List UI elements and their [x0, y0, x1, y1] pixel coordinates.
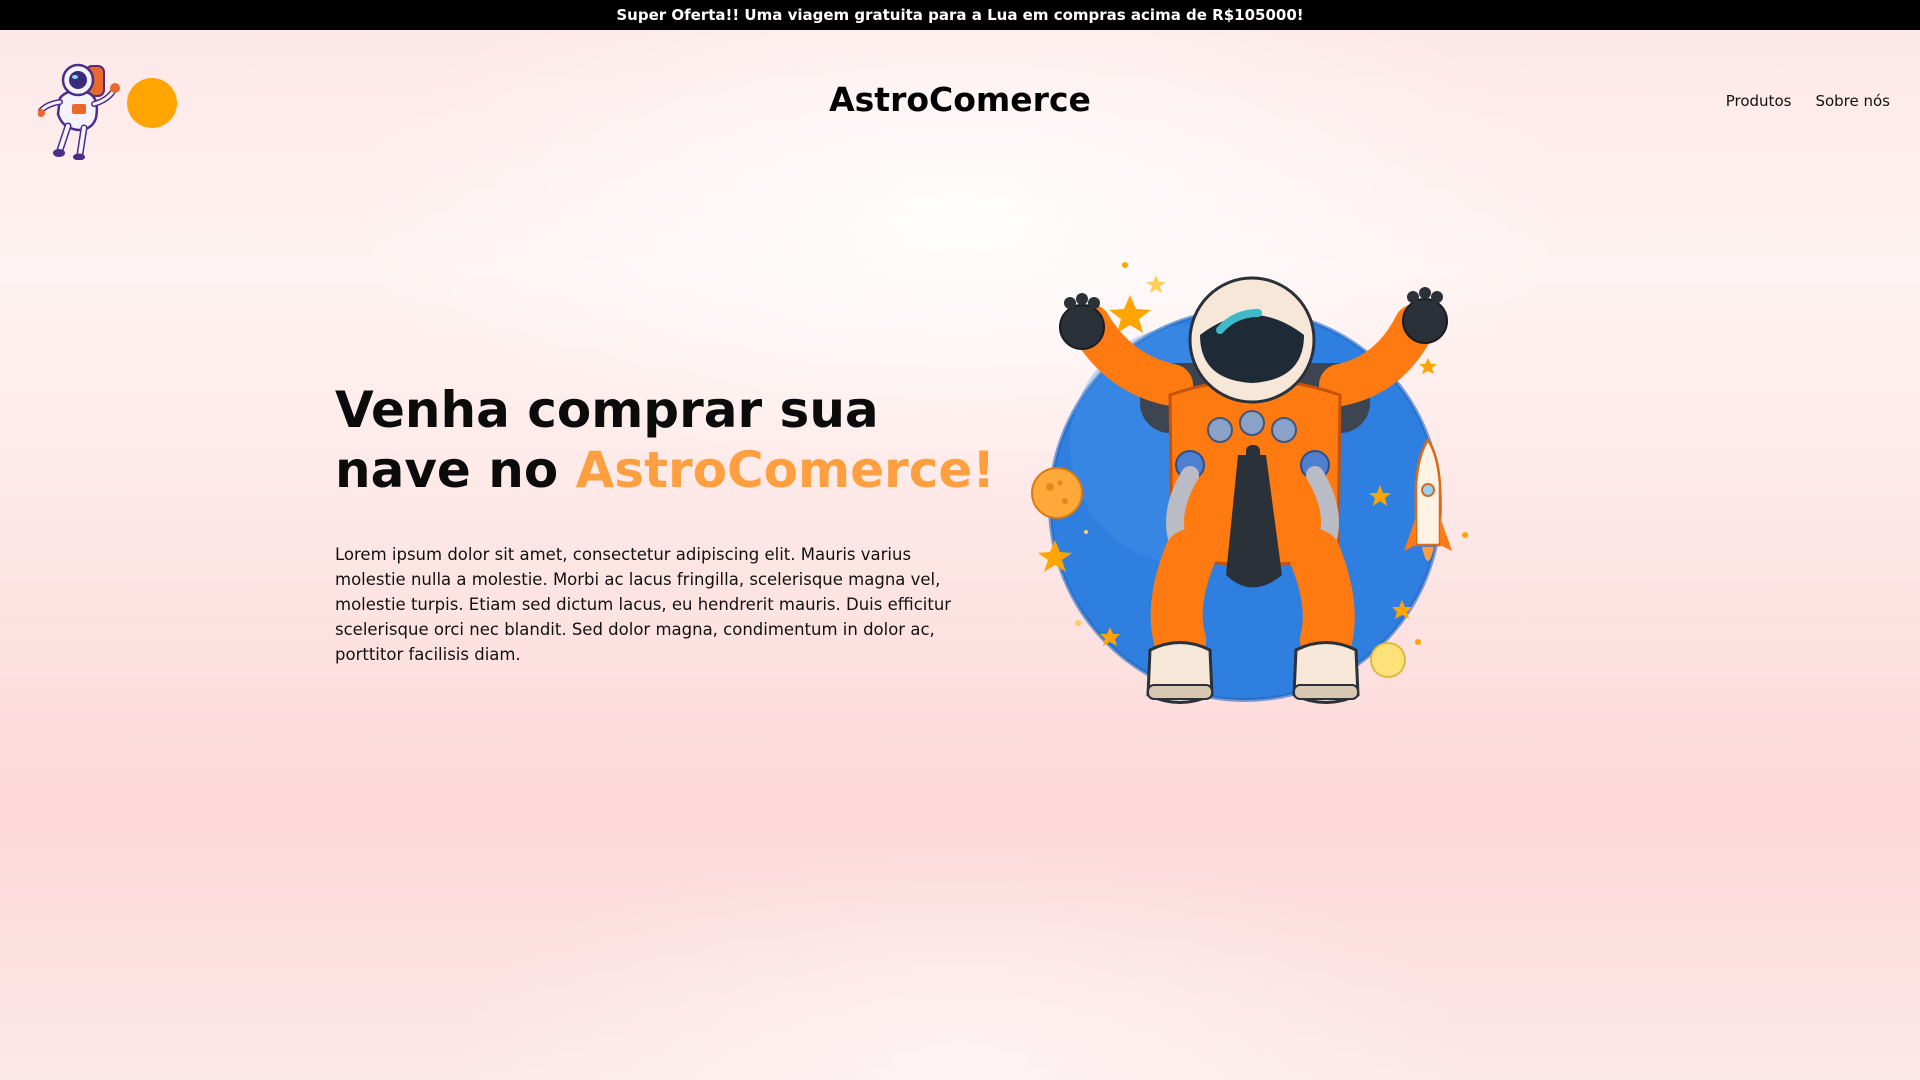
hero-title-accent: AstroComerce! — [575, 441, 996, 499]
hero-paragraph: Lorem ipsum dolor sit amet, consectetur … — [335, 544, 952, 664]
promo-banner: Super Oferta!! Uma viagem gratuita para … — [0, 0, 1920, 30]
astronaut-illustration — [1031, 262, 1468, 704]
promo-text: Super Oferta!! Uma viagem gratuita para … — [616, 6, 1304, 24]
logo-dot — [127, 78, 177, 128]
hero-title: Venha comprar sua nave no AstroComerce! — [335, 380, 1015, 500]
nav-link-sobre-nos[interactable]: Sobre nós — [1815, 92, 1890, 110]
astronaut-icon[interactable] — [38, 60, 124, 160]
nav-link-produtos[interactable]: Produtos — [1726, 92, 1792, 110]
brand-title: AstroComerce — [0, 80, 1920, 119]
brand-text[interactable]: AstroComerce — [829, 80, 1091, 119]
main-nav: Produtos Sobre nós — [1726, 92, 1890, 110]
